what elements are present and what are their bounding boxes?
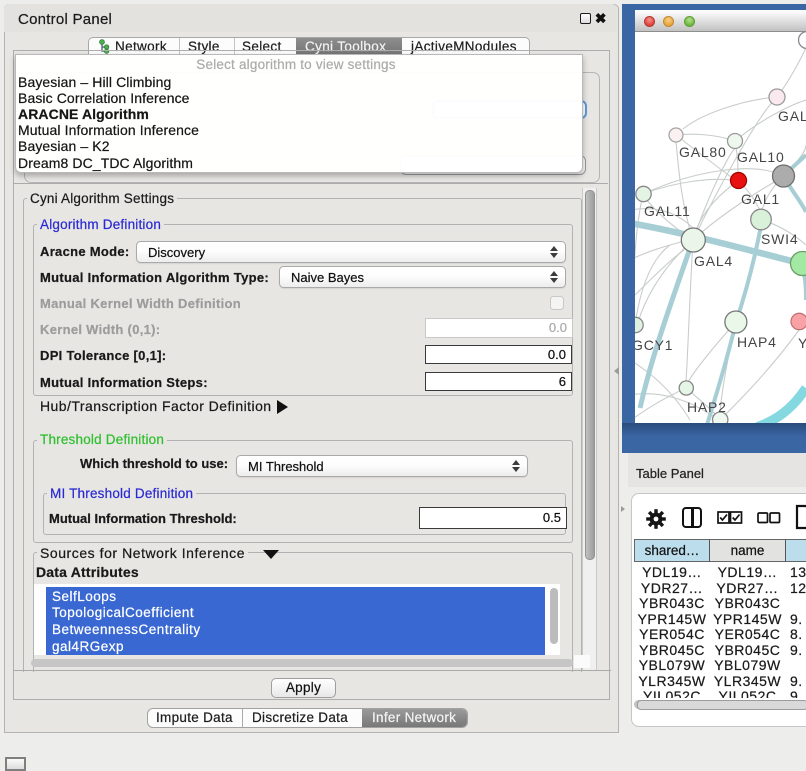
svg-text:GAL1: GAL1 xyxy=(741,191,780,207)
svg-text:GAL2: GAL2 xyxy=(778,108,806,124)
svg-text:GCY1: GCY1 xyxy=(635,337,673,353)
svg-text:GAL11: GAL11 xyxy=(644,203,691,219)
svg-text:GAL4: GAL4 xyxy=(694,253,733,269)
svg-text:SWI4: SWI4 xyxy=(761,231,798,247)
svg-text:GAL10: GAL10 xyxy=(737,149,785,165)
svg-text:HAP2: HAP2 xyxy=(687,399,727,415)
svg-text:Y: Y xyxy=(798,335,806,351)
svg-text:GAL80: GAL80 xyxy=(679,144,727,160)
svg-text:HAP4: HAP4 xyxy=(737,334,777,350)
